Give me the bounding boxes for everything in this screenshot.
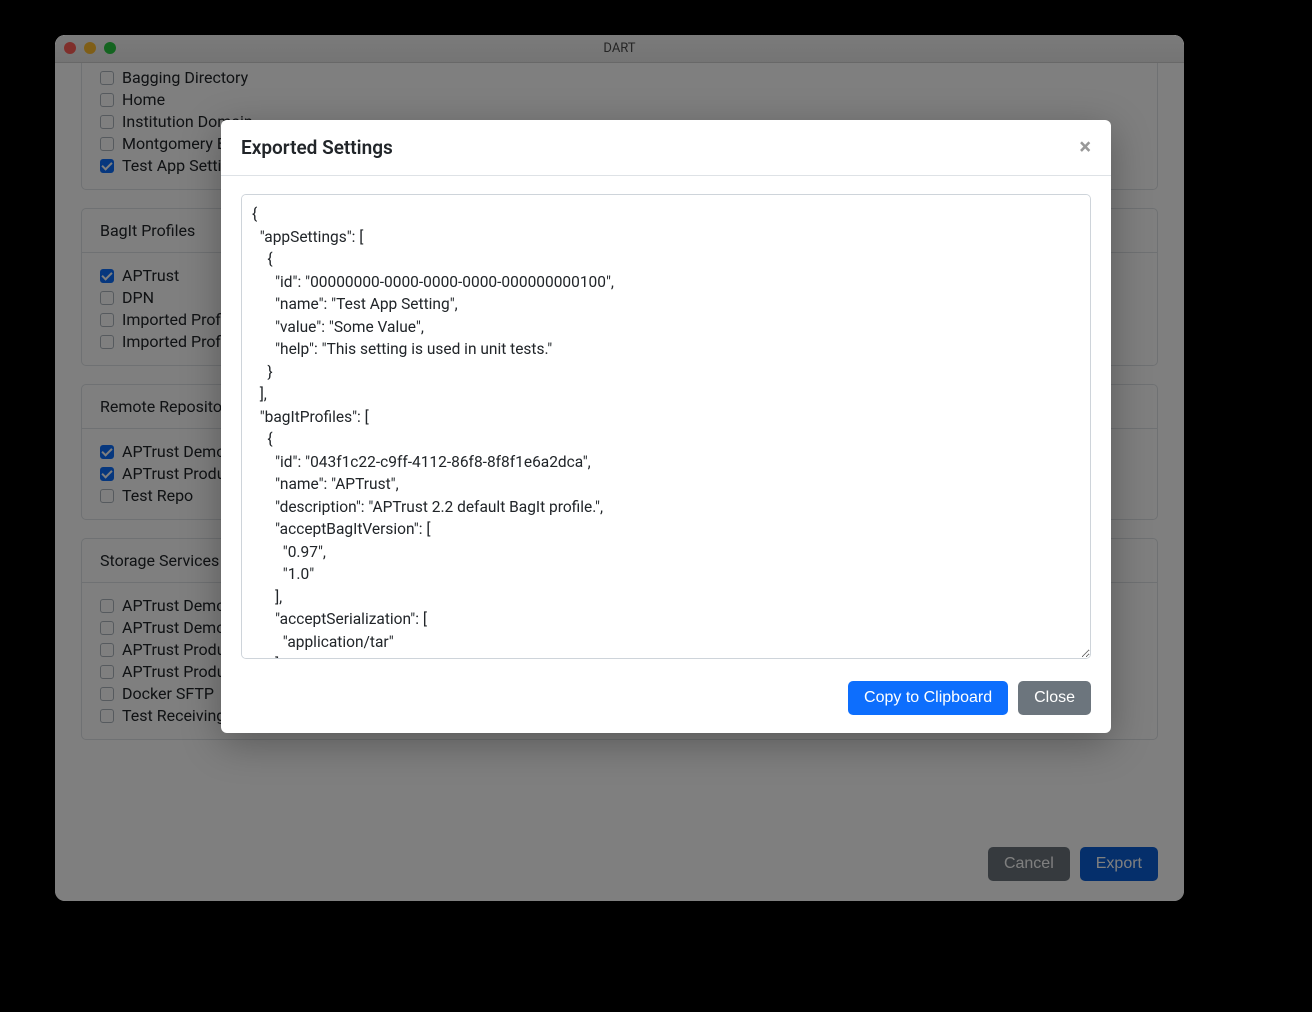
- modal-footer: Copy to Clipboard Close: [221, 681, 1111, 733]
- app-window: DART Bagging DirectoryHomeInstitution Do…: [55, 35, 1184, 901]
- modal-body: [221, 176, 1111, 681]
- modal-title: Exported Settings: [241, 136, 1079, 159]
- close-icon[interactable]: ×: [1079, 137, 1091, 159]
- copy-to-clipboard-button[interactable]: Copy to Clipboard: [848, 681, 1008, 715]
- modal-header: Exported Settings ×: [221, 120, 1111, 176]
- exported-json-textarea[interactable]: [241, 194, 1091, 659]
- exported-settings-modal: Exported Settings × Copy to Clipboard Cl…: [221, 120, 1111, 733]
- close-button[interactable]: Close: [1018, 681, 1091, 715]
